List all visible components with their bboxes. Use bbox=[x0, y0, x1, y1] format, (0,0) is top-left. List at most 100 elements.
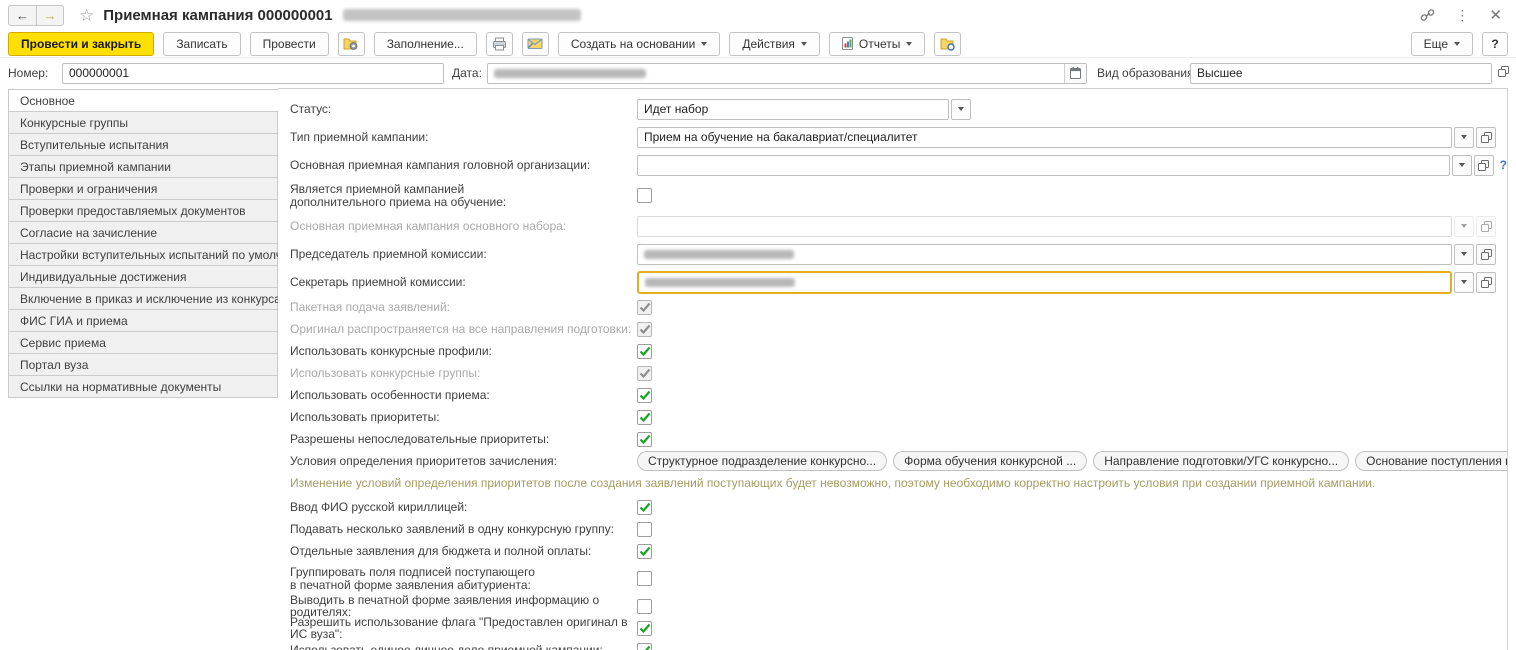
open-link-icon bbox=[1480, 248, 1492, 260]
committee-chair-input[interactable] bbox=[637, 243, 1452, 265]
back-button[interactable]: ← bbox=[9, 6, 36, 25]
form-row-allow-nonsequential-priorities: Разрешены непоследовательные приоритеты: bbox=[290, 428, 1507, 450]
date-label: Дата: bbox=[452, 66, 482, 80]
post-and-close-button[interactable]: Провести и закрыть bbox=[8, 31, 155, 56]
mail-button[interactable] bbox=[521, 31, 549, 56]
open-link-icon bbox=[1480, 131, 1492, 143]
multiple-applications-one-group-checkbox[interactable] bbox=[637, 521, 652, 537]
sidebar-tab-10[interactable]: Включение в приказ и исключение из конку… bbox=[8, 287, 281, 310]
campaign-type-open-link-button[interactable] bbox=[1476, 126, 1496, 148]
use-competition-profiles-checkbox[interactable] bbox=[637, 343, 652, 359]
use-single-personal-file-checkbox[interactable] bbox=[637, 642, 652, 650]
batch-applications-label: Пакетная подача заявлений: bbox=[290, 299, 450, 314]
head-org-main-campaign-dropdown-button[interactable] bbox=[1451, 154, 1472, 176]
use-admission-features-label: Использовать особенности приема: bbox=[290, 387, 490, 402]
committee-chair-dropdown-button[interactable] bbox=[1454, 243, 1474, 265]
committee-secretary-dropdown-button[interactable] bbox=[1454, 271, 1474, 293]
head-org-main-campaign-open-link-button[interactable] bbox=[1473, 154, 1494, 176]
sidebar-tab-6[interactable]: Проверки предоставляемых документов bbox=[8, 199, 278, 222]
form-row-group-signature-fields: Группировать поля подписей поступающего … bbox=[290, 562, 1507, 595]
sidebar-tab-3[interactable]: Вступительные испытания bbox=[8, 133, 278, 156]
date-input[interactable] bbox=[487, 62, 1087, 84]
allow-nonsequential-priorities-checkbox[interactable] bbox=[637, 431, 652, 447]
use-priorities-checkbox[interactable] bbox=[637, 409, 652, 425]
registers-button[interactable] bbox=[934, 31, 962, 56]
close-icon[interactable]: ✕ bbox=[1489, 6, 1502, 24]
actions-button[interactable]: Действия bbox=[729, 31, 820, 56]
sidebar-tab-4[interactable]: Этапы приемной кампании bbox=[8, 155, 278, 178]
more-button[interactable]: Еще bbox=[1410, 31, 1473, 56]
calendar-button[interactable] bbox=[1064, 63, 1086, 83]
sidebar-tab-13[interactable]: Портал вуза bbox=[8, 353, 278, 376]
report-document-icon bbox=[841, 37, 853, 50]
form-row-allow-original-flag: Разрешить использование флага "Предостав… bbox=[290, 614, 1507, 641]
use-admission-features-checkbox[interactable] bbox=[637, 387, 652, 403]
sidebar-tab-1[interactable]: Основное bbox=[8, 89, 279, 112]
group-signature-fields-checkbox[interactable] bbox=[637, 571, 652, 586]
fill-button[interactable]: Заполнение... bbox=[373, 31, 477, 56]
form-row-use-competition-groups: Использовать конкурсные группы: bbox=[290, 362, 1507, 384]
check-icon bbox=[639, 623, 650, 633]
allow-original-flag-checkbox[interactable] bbox=[637, 620, 652, 636]
head-org-main-campaign-help-icon[interactable]: ? bbox=[1500, 158, 1507, 172]
priority-conditions-tag-2[interactable]: Форма обучения конкурсной ... bbox=[893, 451, 1088, 471]
reports-button[interactable]: Отчеты bbox=[828, 31, 926, 56]
form-row-print-parents-info: Выводить в печатной форме заявления инфо… bbox=[290, 593, 1507, 618]
print-button[interactable] bbox=[485, 31, 513, 56]
dropdown-caret-icon bbox=[1458, 163, 1465, 167]
sidebar-tab-9[interactable]: Индивидуальные достижения bbox=[8, 265, 278, 288]
sidebar-tab-2[interactable]: Конкурсные группы bbox=[8, 111, 278, 134]
committee-chair-open-link-button[interactable] bbox=[1476, 243, 1496, 265]
committee-secretary-open-link-button[interactable] bbox=[1476, 271, 1496, 293]
link-icon bbox=[1421, 9, 1435, 21]
priority-conditions-tag-3[interactable]: Направление подготовки/УГС конкурсно... bbox=[1093, 451, 1350, 471]
history-nav: ← → bbox=[8, 4, 64, 26]
sidebar-tab-5[interactable]: Проверки и ограничения bbox=[8, 177, 278, 200]
committee-secretary-input[interactable] bbox=[637, 270, 1452, 294]
sidebar-tab-7[interactable]: Согласие на зачисление bbox=[8, 221, 278, 244]
form-row-status: Статус: Идет набор bbox=[290, 95, 1507, 123]
number-input[interactable] bbox=[62, 62, 444, 84]
print-parents-info-checkbox[interactable] bbox=[637, 598, 652, 614]
fill-settings-button[interactable] bbox=[337, 31, 365, 56]
sidebar-tab-14[interactable]: Ссылки на нормативные документы bbox=[8, 375, 278, 398]
form-row-is-additional-admission: Является приемной кампанией дополнительн… bbox=[290, 179, 1507, 212]
check-icon bbox=[639, 434, 650, 444]
education-type-input[interactable]: Высшее bbox=[1190, 62, 1492, 84]
write-button[interactable]: Записать bbox=[163, 31, 241, 56]
campaign-type-input[interactable]: Прием на обучение на бакалавриат/специал… bbox=[637, 126, 1452, 148]
status-label: Статус: bbox=[290, 101, 332, 116]
sidebar-tab-8[interactable]: Настройки вступительных испытаний по умо… bbox=[8, 243, 311, 266]
campaign-type-dropdown-button[interactable] bbox=[1454, 126, 1474, 148]
priority-conditions-tag-4[interactable]: Основание поступления конкурсной... bbox=[1355, 451, 1507, 471]
create-based-on-button[interactable]: Создать на основании bbox=[557, 31, 721, 56]
status-dropdown-button[interactable] bbox=[951, 98, 971, 120]
sidebar-tab-11[interactable]: ФИС ГИА и приема bbox=[8, 309, 278, 332]
use-single-personal-file-control bbox=[637, 642, 1507, 650]
batch-applications-checkbox bbox=[637, 299, 652, 315]
sidebar-tab-12[interactable]: Сервис приема bbox=[8, 331, 278, 354]
main-intake-campaign-dropdown-button bbox=[1454, 215, 1474, 237]
cyrillic-fio-input-checkbox[interactable] bbox=[637, 499, 652, 515]
dropdown-caret-icon bbox=[1461, 280, 1467, 284]
is-additional-admission-checkbox[interactable] bbox=[637, 188, 652, 203]
link-button[interactable] bbox=[1420, 8, 1435, 22]
create-based-on-label: Создать на основании bbox=[570, 36, 696, 51]
head-org-main-campaign-input[interactable] bbox=[637, 154, 1450, 176]
form-row-use-single-personal-file: Использовать единое личное дело приемной… bbox=[290, 639, 1507, 650]
priority-warning-text: Изменение условий определения приоритето… bbox=[290, 476, 1376, 490]
forward-button[interactable]: → bbox=[36, 5, 63, 25]
priority-conditions-tag-1[interactable]: Структурное подразделение конкурсно... bbox=[637, 451, 888, 471]
allow-original-flag-label: Разрешить использование флага "Предостав… bbox=[290, 614, 628, 641]
education-open-link-button[interactable] bbox=[1498, 66, 1509, 77]
separate-applications-budget-paid-checkbox[interactable] bbox=[637, 543, 652, 559]
redacted-date-value bbox=[494, 68, 646, 78]
status-input[interactable]: Идет набор bbox=[637, 98, 949, 120]
help-button[interactable]: ? bbox=[1482, 31, 1508, 56]
status-control: Идет набор bbox=[637, 98, 1507, 120]
post-button[interactable]: Провести bbox=[249, 31, 329, 56]
menu-kebab-icon[interactable]: ⋮ bbox=[1455, 7, 1469, 24]
form-row-campaign-type: Тип приемной кампании: Прием на обучение … bbox=[290, 123, 1507, 151]
form-row-batch-applications: Пакетная подача заявлений: bbox=[290, 296, 1507, 318]
favorite-star-icon[interactable]: ☆ bbox=[79, 7, 94, 24]
